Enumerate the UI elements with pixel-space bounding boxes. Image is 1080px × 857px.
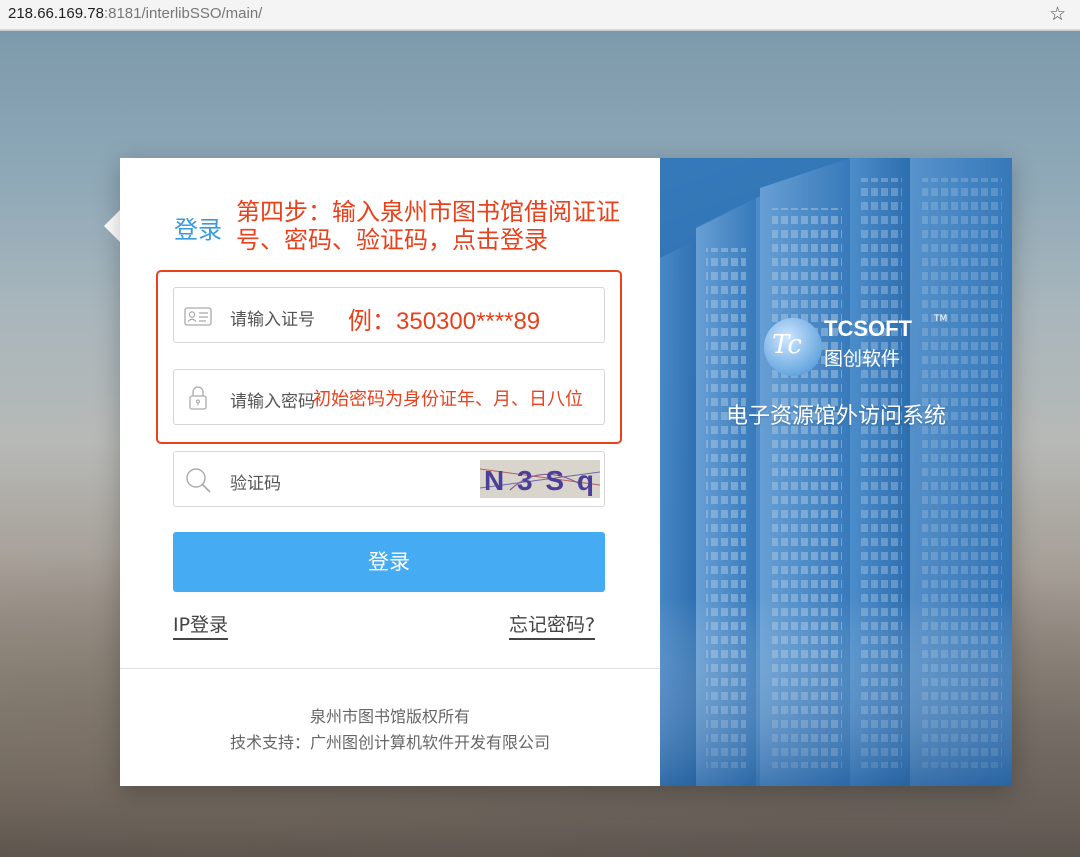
system-name: 电子资源馆外访问系统 — [725, 404, 946, 429]
tcsoft-logo: Tc TCSOFT TM 图创软件 — [764, 314, 954, 376]
password-placeholder: 请输入密码 — [230, 392, 315, 412]
ip-login-link[interactable]: IP登录 — [173, 610, 229, 640]
login-title: 登录 — [174, 216, 222, 244]
lock-icon — [189, 386, 207, 410]
captcha-placeholder: 验证码 — [230, 474, 281, 494]
promo-panel: Tc TCSOFT TM 图创软件 电子资源馆外访问系统 — [660, 158, 1012, 786]
brand-name-cn: 图创软件 — [824, 348, 901, 370]
search-icon — [186, 468, 211, 493]
captcha-image[interactable]: N3Sq — [480, 460, 600, 498]
server-rack-illustration — [660, 158, 1012, 786]
url-host: 218.66.169.78 — [8, 5, 104, 22]
star-icon[interactable]: ☆ — [1049, 3, 1066, 25]
password-hint: 初始密码为身份证年、月、日八位 — [313, 389, 583, 410]
url-path: :8181/interlibSSO/main/ — [103, 5, 263, 22]
id-card-icon — [184, 307, 212, 326]
login-card: 登录 第四步：输入泉州市图书馆借阅证证号、密码、验证码，点击登录 请输入证号 例… — [120, 158, 1012, 786]
footer-text: 泉州市图书馆版权所有 技术支持：广州图创计算机软件开发有限公司 — [120, 704, 660, 756]
trademark-mark: TM — [934, 314, 948, 324]
card-number-hint: 例：350300****89 — [348, 308, 541, 335]
tc-logo-icon: Tc — [764, 318, 822, 376]
login-button[interactable]: 登录 — [173, 532, 605, 592]
step-annotation: 第四步：输入泉州市图书馆借阅证证号、密码、验证码，点击登录 — [236, 198, 620, 254]
support-line: 技术支持：广州图创计算机软件开发有限公司 — [229, 733, 550, 752]
footer-divider — [120, 668, 660, 669]
captcha-graphic: N3Sq — [480, 460, 600, 498]
browser-address-bar[interactable]: 218.66.169.78:8181/interlibSSO/main/ ☆ — [0, 0, 1080, 30]
card-number-placeholder: 请输入证号 — [230, 310, 315, 330]
copyright-line: 泉州市图书馆版权所有 — [309, 707, 470, 726]
url-text[interactable]: 218.66.169.78:8181/interlibSSO/main/ — [8, 5, 262, 22]
forgot-password-link[interactable]: 忘记密码? — [509, 610, 596, 640]
card-pointer — [104, 210, 120, 242]
brand-name: TCSOFT — [824, 316, 912, 341]
